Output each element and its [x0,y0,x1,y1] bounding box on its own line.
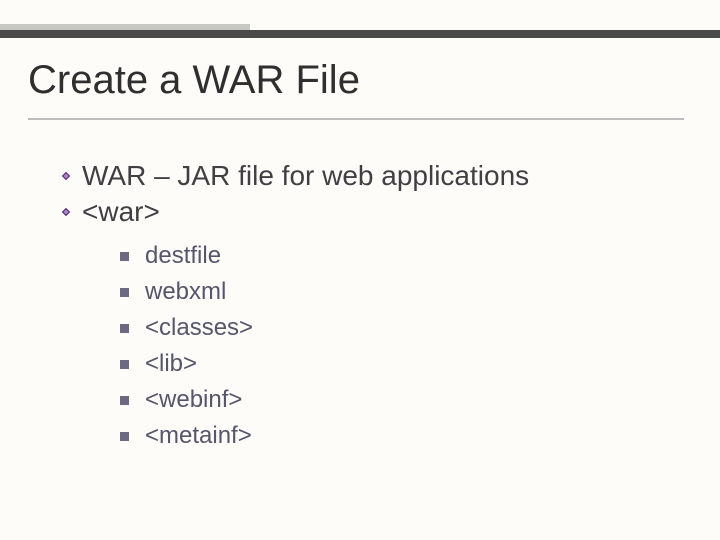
square-bullet-icon [120,324,129,333]
sub-bullet-row: <webinf> [120,386,680,414]
top-dark-bar [0,30,720,38]
sub-bullet-list: destfile webxml <classes> <lib> <webinf>… [120,242,680,450]
diamond-bullet-icon [60,206,72,218]
square-bullet-icon [120,396,129,405]
square-bullet-icon [120,432,129,441]
sub-bullet-text: <webinf> [145,386,242,414]
bullet-text: <war> [82,196,160,228]
sub-bullet-text: webxml [145,278,226,306]
slide-content: WAR – JAR file for web applications <war… [60,160,680,458]
bullet-row: WAR – JAR file for web applications [60,160,680,192]
sub-bullet-text: <metainf> [145,422,252,450]
bullet-text: WAR – JAR file for web applications [82,160,529,192]
sub-bullet-row: destfile [120,242,680,270]
diamond-bullet-icon [60,170,72,182]
sub-bullet-row: <lib> [120,350,680,378]
slide-title: Create a WAR File [28,58,360,103]
title-underline [28,118,684,120]
slide: Create a WAR File WAR – JAR file for web… [0,0,720,540]
bullet-row: <war> [60,196,680,228]
sub-bullet-row: <classes> [120,314,680,342]
square-bullet-icon [120,360,129,369]
sub-bullet-text: <lib> [145,350,197,378]
sub-bullet-row: <metainf> [120,422,680,450]
square-bullet-icon [120,252,129,261]
sub-bullet-row: webxml [120,278,680,306]
sub-bullet-text: <classes> [145,314,253,342]
sub-bullet-text: destfile [145,242,221,270]
square-bullet-icon [120,288,129,297]
